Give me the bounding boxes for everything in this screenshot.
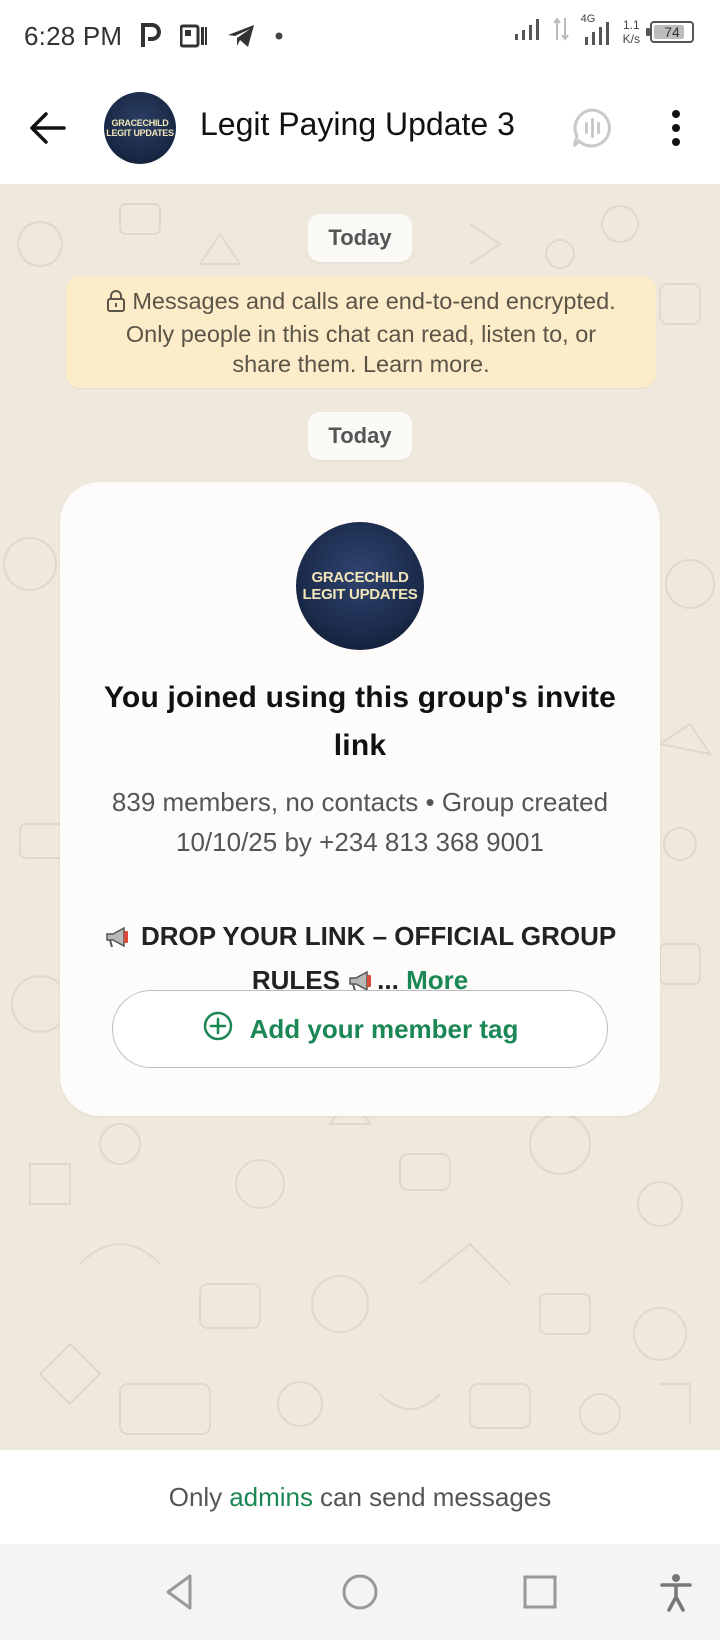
status-app-icons (140, 23, 284, 49)
group-avatar-large[interactable]: GRACECHILD LEGIT UPDATES (296, 522, 424, 650)
data-arrows-icon (552, 16, 569, 47)
chat-area[interactable]: Today Messages and calls are end-to-end … (0, 184, 720, 1450)
encryption-notice[interactable]: Messages and calls are end-to-end encryp… (66, 276, 656, 388)
group-meta-info: 839 members, no contacts • Group created… (111, 787, 609, 857)
nav-back-icon[interactable] (160, 1572, 200, 1612)
accessibility-icon[interactable] (656, 1572, 696, 1612)
card-avatar-line-1: GRACECHILD (311, 569, 409, 586)
battery-icon: 74 (646, 20, 694, 43)
signal-icon (513, 16, 543, 47)
nav-home-icon[interactable] (340, 1572, 380, 1612)
battery-level: 74 (664, 23, 680, 40)
parking-p-icon (140, 23, 162, 49)
app-notification-icon (180, 24, 208, 48)
invite-card-title: You joined using this group's invite lin… (103, 681, 617, 762)
status-time: 6:28 PM (24, 20, 123, 51)
avatar-line-1: GRACECHILD (111, 118, 169, 128)
signal-4g-icon: 4G (579, 13, 613, 47)
status-bar: 6:28 PM 4G 1.1 K/s 74 (0, 0, 720, 72)
lock-icon (106, 289, 126, 319)
plus-circle-icon (202, 1010, 234, 1049)
back-arrow-icon[interactable] (28, 108, 68, 148)
chat-title[interactable]: Legit Paying Update 3 (200, 106, 515, 143)
system-nav-bar (0, 1544, 720, 1640)
avatar-line-2: LEGIT UPDATES (106, 128, 174, 138)
megaphone-icon (104, 920, 134, 960)
group-invite-card: GRACECHILD LEGIT UPDATES You joined usin… (60, 482, 660, 1116)
footer-prefix: Only (168, 1481, 223, 1512)
footer-suffix: can send messages (320, 1481, 552, 1512)
date-chip-today: Today (308, 214, 412, 262)
net-speed: 1.1 K/s (623, 18, 640, 46)
date-chip-today-2: Today (308, 412, 412, 460)
net-speed-value: 1.1 (622, 17, 640, 32)
chat-header: GRACECHILD LEGIT UPDATES Legit Paying Up… (0, 72, 720, 184)
card-avatar-line-2: LEGIT UPDATES (302, 586, 418, 603)
more-options-icon[interactable] (664, 106, 688, 150)
voice-chat-icon[interactable] (570, 106, 614, 150)
admins-only-bar: Only admins can send messages (0, 1450, 720, 1544)
add-member-tag-label: Add your member tag (249, 1013, 519, 1044)
nav-recents-icon[interactable] (520, 1572, 560, 1612)
net-speed-unit: K/s (622, 31, 640, 46)
add-member-tag-button[interactable]: Add your member tag (112, 990, 608, 1068)
encryption-notice-text: Messages and calls are end-to-end encryp… (125, 287, 616, 377)
group-avatar[interactable]: GRACECHILD LEGIT UPDATES (104, 92, 176, 164)
dot-icon (274, 31, 284, 41)
telegram-icon (226, 23, 256, 49)
admins-link[interactable]: admins (229, 1482, 313, 1513)
status-right: 4G 1.1 K/s 74 (513, 13, 694, 47)
